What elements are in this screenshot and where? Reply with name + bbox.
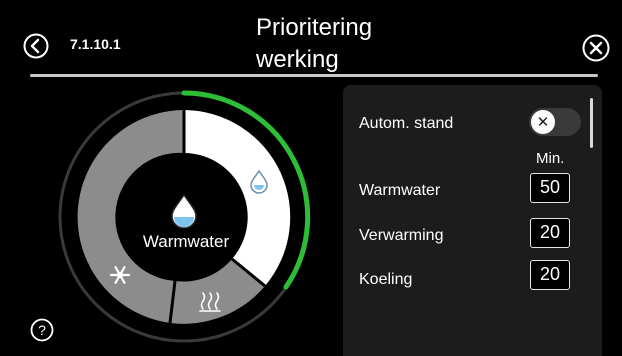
panel-scrollbar[interactable] [590, 98, 593, 148]
segment-warmwater[interactable] [184, 110, 291, 286]
priority-donut [58, 90, 311, 343]
min-value-warmwater[interactable]: 50 [530, 173, 570, 203]
help-question-circle-icon[interactable]: ? [30, 318, 54, 342]
donut-center-label: Warmwater [142, 232, 230, 251]
back-arrow-circle-icon[interactable] [23, 33, 49, 59]
min-column-header: Min. [536, 150, 565, 167]
header-divider [30, 74, 598, 77]
row-label-verwarming: Verwarming [359, 227, 444, 244]
min-value-koeling[interactable]: 20 [530, 260, 570, 290]
center-water-drop-icon [171, 193, 197, 229]
svg-text:?: ? [38, 322, 46, 338]
min-value-verwarming[interactable]: 20 [530, 218, 570, 248]
page-title: Prioritering werking [256, 14, 373, 73]
segment-koeling[interactable] [77, 110, 184, 323]
close-x-circle-icon[interactable] [582, 34, 610, 62]
toggle-off-icon: ✕ [531, 110, 555, 134]
screen: 7.1.10.1 Prioritering werking Warmwater … [0, 0, 622, 356]
auto-mode-toggle[interactable]: ✕ [529, 108, 581, 136]
auto-mode-label: Autom. stand [359, 115, 454, 132]
menu-code: 7.1.10.1 [70, 36, 121, 52]
row-label-warmwater: Warmwater [359, 182, 441, 199]
row-label-koeling: Koeling [359, 271, 413, 288]
